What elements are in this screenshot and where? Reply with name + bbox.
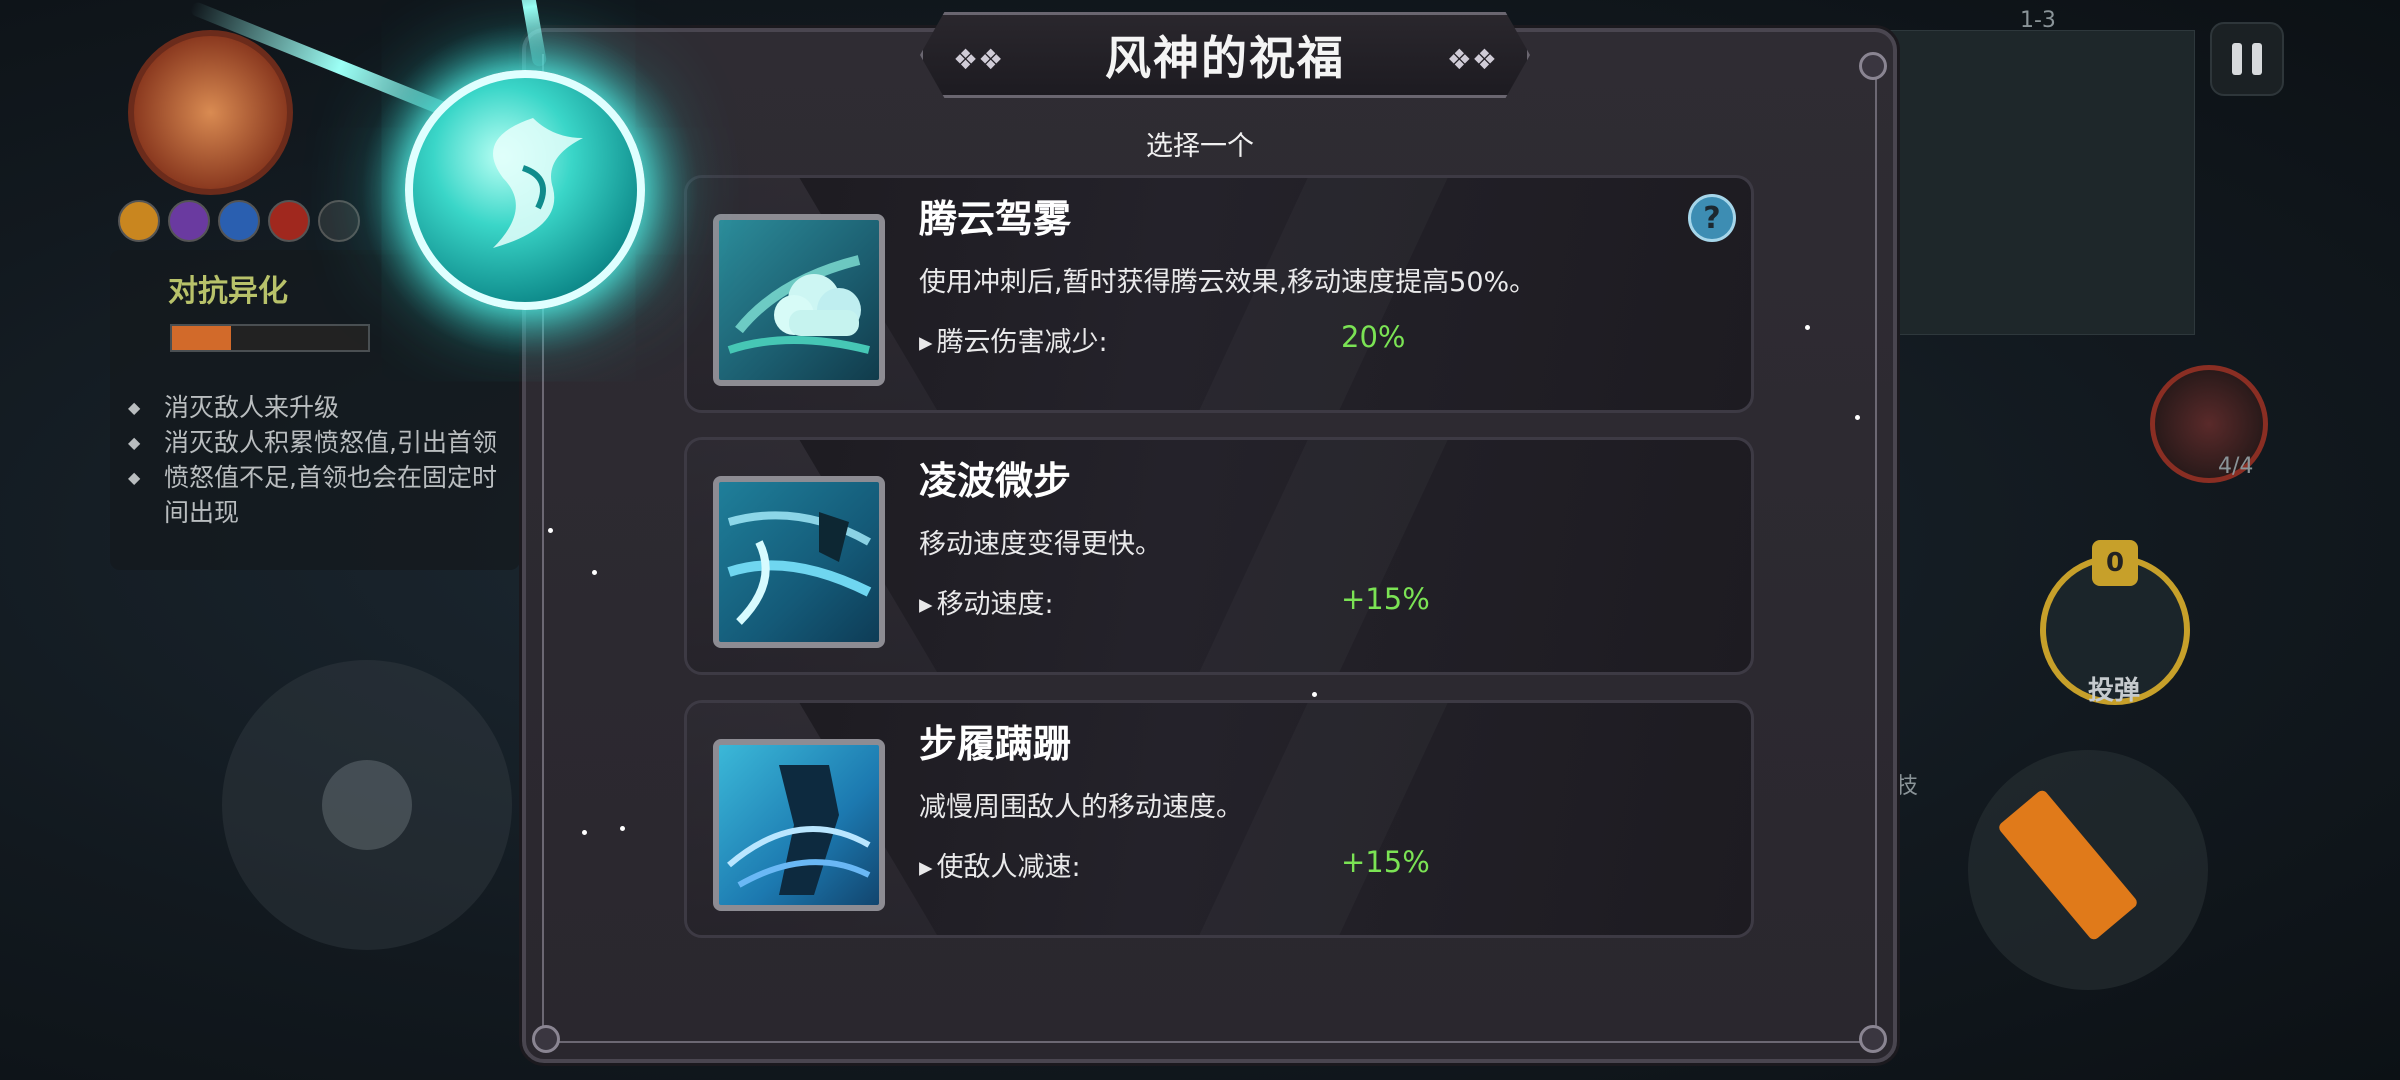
sparkle [1805, 325, 1810, 330]
sparkle [1855, 415, 1860, 420]
sparkle [592, 570, 597, 575]
corner-ornament-icon [1859, 1025, 1887, 1053]
cloud-icon [713, 214, 885, 386]
card-stat-value: 20% [1341, 320, 1406, 354]
corner-ornament-icon [1859, 52, 1887, 80]
card-stat-value: +15% [1341, 582, 1430, 616]
objective-item: 消灭敌人积累愤怒值,引出首领 [128, 425, 508, 460]
sparkle [582, 830, 587, 835]
title-left-ornament-icon: ❖❖ [953, 43, 1004, 76]
empty-slot-icon [318, 200, 360, 242]
arcane-icon [168, 200, 210, 242]
dialog-title: 风神的祝福 [1105, 31, 1345, 85]
blessing-card-1[interactable]: 腾云驾雾 使用冲刺后,暂时获得腾云效果,移动速度提高50%。 腾云伤害减少: 2… [684, 175, 1754, 413]
wind-step-icon [713, 476, 885, 648]
card-title: 腾云驾雾 [919, 197, 1072, 241]
frost-icon [218, 200, 260, 242]
objective-item: 愤怒值不足,首领也会在固定时间出现 [128, 460, 508, 530]
title-right-ornament-icon: ❖❖ [1446, 43, 1497, 76]
joystick-knob[interactable] [322, 760, 412, 850]
movement-joystick[interactable] [222, 660, 512, 950]
skill-label: 技 [1896, 774, 1919, 799]
objective-list: 消灭敌人来升级 消灭敌人积累愤怒值,引出首领 愤怒值不足,首领也会在固定时间出现 [128, 390, 508, 530]
sparkle [548, 528, 553, 533]
bomb-count-badge: 0 [2092, 540, 2138, 586]
rage-progress-fill [172, 326, 231, 350]
potion-count: 4/4 [2218, 454, 2254, 479]
card-title: 步履蹒跚 [919, 722, 1072, 766]
objective-title: 对抗异化 [168, 274, 288, 309]
card-stat-label: 移动速度: [919, 582, 1054, 621]
card-sheen [1168, 440, 1467, 672]
card-stat-value: +15% [1341, 845, 1430, 879]
status-effects-row [118, 200, 360, 242]
bomb-label: 投弹 [2088, 676, 2141, 706]
card-title: 凌波微步 [919, 459, 1072, 503]
card-stat-label: 使敌人减速: [919, 845, 1081, 884]
sparkle [620, 826, 625, 831]
sword-icon [1996, 788, 2140, 942]
sparkle [1312, 692, 1317, 697]
card-stat-label: 腾云伤害减少: [919, 320, 1108, 359]
dialog-title-plate: ❖❖ 风神的祝福 ❖❖ [920, 12, 1530, 98]
blessing-card-3[interactable]: 步履蹒跚 减慢周围敌人的移动速度。 使敌人减速: +15% [684, 700, 1754, 938]
pause-icon [2232, 43, 2242, 75]
pause-button[interactable] [2210, 22, 2284, 96]
slow-enemy-icon [713, 739, 885, 911]
blessing-card-2[interactable]: 凌波微步 移动速度变得更快。 移动速度: +15% [684, 437, 1754, 675]
card-description: 移动速度变得更快。 [919, 529, 1162, 560]
dialog-subtitle: 选择一个 [1146, 131, 1254, 162]
attack-button[interactable] [1968, 750, 2208, 990]
fire-icon [268, 200, 310, 242]
help-icon[interactable]: ? [1688, 194, 1736, 242]
rage-progress-bar [170, 324, 370, 352]
objective-item: 消灭敌人来升级 [128, 390, 508, 425]
corner-ornament-icon [532, 1025, 560, 1053]
minimap[interactable] [1880, 30, 2195, 335]
card-description: 使用冲刺后,暂时获得腾云效果,移动速度提高50%。 [919, 267, 1537, 298]
player-avatar [128, 30, 293, 195]
wind-god-orb-icon [405, 70, 645, 310]
lightning-icon [118, 200, 160, 242]
card-description: 减慢周围敌人的移动速度。 [919, 792, 1243, 823]
pause-icon-bar [2252, 43, 2262, 75]
